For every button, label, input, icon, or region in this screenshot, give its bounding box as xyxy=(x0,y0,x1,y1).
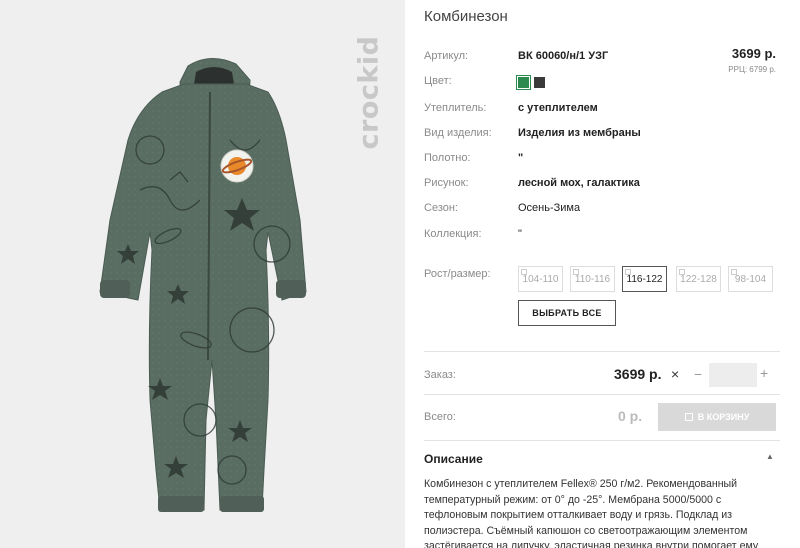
increment-button[interactable]: + xyxy=(760,365,768,381)
attr-label: Рисунок: xyxy=(424,177,469,189)
size-option-label: 104-110 xyxy=(522,273,559,285)
attr-insulation: Утеплитель: с утеплителем xyxy=(424,99,780,119)
size-option[interactable]: 122-128 xyxy=(676,266,721,292)
divider xyxy=(424,394,780,395)
description-text: Комбинезон с утеплителем Fellex® 250 г/м… xyxy=(424,478,759,548)
attr-value: ВК 60060/н/1 УЗГ xyxy=(518,50,609,62)
decrement-button[interactable]: − xyxy=(694,366,702,382)
description-heading[interactable]: Описание xyxy=(424,452,483,466)
order-price: 3699 р. xyxy=(614,366,662,382)
caret-up-icon[interactable]: ▲ xyxy=(766,452,774,461)
attr-label: Цвет: xyxy=(424,75,452,87)
size-option[interactable]: 104-110 xyxy=(518,266,563,292)
add-to-cart-label: В КОРЗИНУ xyxy=(697,412,750,422)
attr-label: Вид изделия: xyxy=(424,127,492,139)
attr-label: Артикул: xyxy=(424,50,469,62)
attr-color: Цвет: xyxy=(424,72,780,92)
brand-logo-text: crockid xyxy=(353,35,385,149)
divider xyxy=(424,440,780,441)
attr-season: Сезон: Осень-Зима xyxy=(424,199,780,219)
brand-logo: crockid xyxy=(353,22,385,162)
product-info: Комбинезон 3699 р. РРЦ: 6799 р. Артикул:… xyxy=(424,0,800,548)
quantity-input[interactable] xyxy=(709,363,757,387)
attr-type: Вид изделия: Изделия из мембраны xyxy=(424,124,780,144)
attr-article: Артикул: ВК 60060/н/1 УЗГ xyxy=(424,47,780,67)
attr-collection: Коллекция: " xyxy=(424,225,780,245)
attr-value: Изделия из мембраны xyxy=(518,127,641,139)
size-checkbox[interactable] xyxy=(731,269,737,275)
attr-value: лесной мох, галактика xyxy=(518,177,640,189)
size-option-label: 110-116 xyxy=(574,273,611,285)
size-option-selected[interactable]: 116-122 xyxy=(622,266,667,292)
attr-value: " xyxy=(518,152,524,164)
select-all-button[interactable]: ВЫБРАТЬ ВСЕ xyxy=(518,300,616,326)
product-title: Комбинезон xyxy=(424,8,508,25)
size-checkbox[interactable] xyxy=(625,269,631,275)
add-to-cart-button[interactable]: В КОРЗИНУ xyxy=(658,403,776,431)
attr-value: с утеплителем xyxy=(518,102,598,114)
attr-label: Коллекция: xyxy=(424,228,482,240)
size-checkbox[interactable] xyxy=(573,269,579,275)
size-option[interactable]: 110-116 xyxy=(570,266,615,292)
color-swatch-green[interactable] xyxy=(516,75,531,90)
size-option[interactable]: 98-104 xyxy=(728,266,773,292)
size-checkbox[interactable] xyxy=(521,269,527,275)
size-option-label: 116-122 xyxy=(626,273,663,285)
divider xyxy=(424,351,780,352)
attr-value: Осень-Зима xyxy=(518,202,581,214)
size-checkbox[interactable] xyxy=(679,269,685,275)
attr-pattern: Рисунок: лесной мох, галактика xyxy=(424,174,780,194)
size-label: Рост/размер: xyxy=(424,268,491,280)
size-option-label: 122-128 xyxy=(680,273,717,285)
bag-icon xyxy=(684,413,693,421)
size-option-label: 98-104 xyxy=(734,273,767,285)
attr-label: Сезон: xyxy=(424,202,458,214)
remove-icon[interactable]: × xyxy=(671,366,679,382)
attr-label: Утеплитель: xyxy=(424,102,487,114)
total-price: 0 р. xyxy=(618,408,643,424)
order-label: Заказ: xyxy=(424,369,456,381)
product-photo[interactable] xyxy=(0,0,405,548)
total-label: Всего: xyxy=(424,411,456,423)
product-image-panel: crockid xyxy=(0,0,405,548)
attr-fabric: Полотно: " xyxy=(424,149,780,169)
attr-value: " xyxy=(518,228,522,240)
color-swatch-dark[interactable] xyxy=(534,77,545,88)
attr-label: Полотно: xyxy=(424,152,471,164)
